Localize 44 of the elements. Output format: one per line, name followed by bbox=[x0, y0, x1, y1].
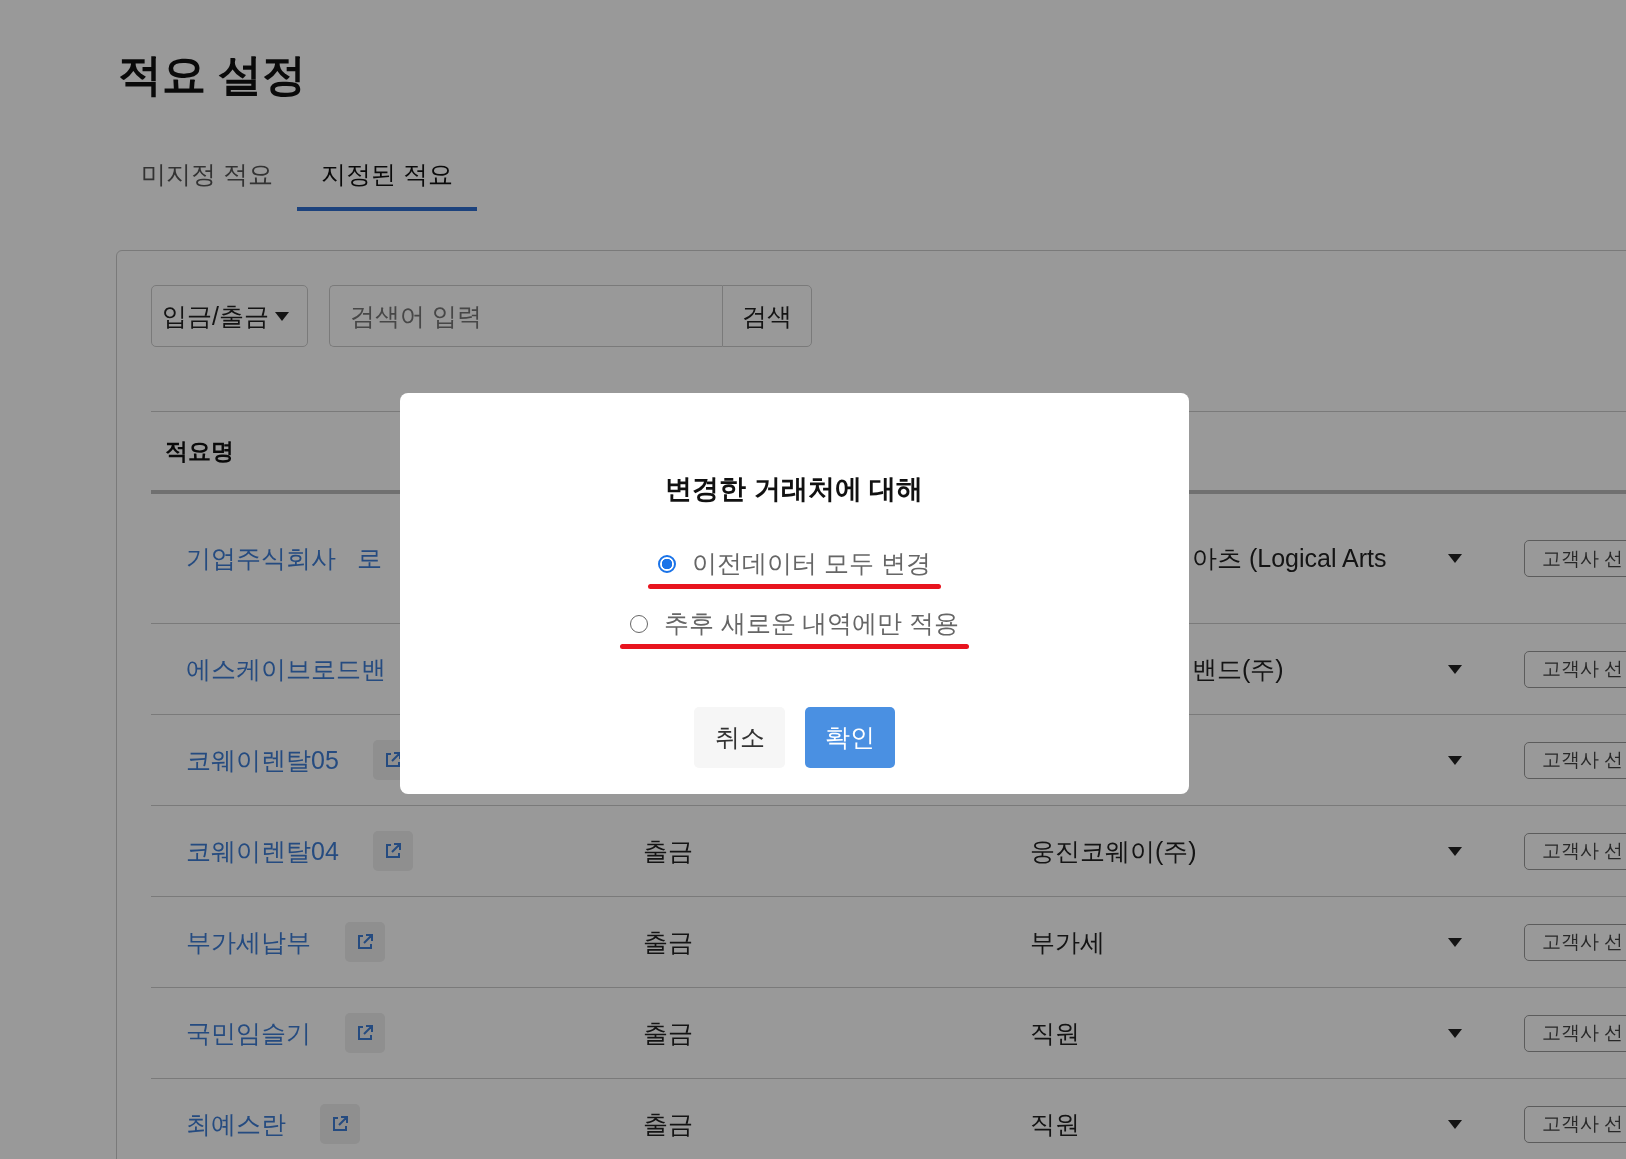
account-select-value: 밴드(주) bbox=[1191, 653, 1284, 685]
search-button[interactable]: 검색 bbox=[722, 285, 812, 347]
type-select[interactable]: 입금/출금 bbox=[151, 285, 308, 347]
tab[interactable]: 미지정 적요 bbox=[117, 148, 297, 211]
caret-icon bbox=[1448, 554, 1462, 563]
caret-icon bbox=[1448, 755, 1462, 765]
summary-name-link[interactable]: 코웨이렌탈04 bbox=[186, 834, 339, 868]
summary-name-link[interactable]: 기업주식회사 로 bbox=[186, 542, 382, 575]
option-label[interactable]: 이전데이터 모두 변경 bbox=[692, 547, 931, 580]
account-select-value: 부가세 bbox=[1030, 926, 1105, 958]
customer-select-button[interactable]: 고객사 선 bbox=[1524, 1014, 1626, 1052]
table-cell-text: 출금 bbox=[643, 926, 693, 958]
table-cell-text: 출금 bbox=[643, 1017, 693, 1049]
account-select-value: 웅진코웨이(주) bbox=[1030, 835, 1197, 867]
table-cell-text: 출금 bbox=[643, 1108, 693, 1140]
caret-icon bbox=[1448, 664, 1462, 674]
table-cell-text: 출금 bbox=[643, 835, 693, 867]
customer-select-button[interactable]: 고객사 선 bbox=[1524, 540, 1626, 577]
caret-icon bbox=[1448, 846, 1462, 856]
account-select-value: 아츠 (Logical Arts bbox=[1191, 543, 1387, 574]
caret-icon bbox=[1448, 937, 1462, 947]
option-label[interactable]: 추후 새로운 내역에만 적용 bbox=[663, 607, 960, 640]
summary-name-link[interactable]: 최예스란 bbox=[186, 1107, 286, 1141]
caret-icon bbox=[1448, 1119, 1462, 1129]
summary-name-link[interactable]: 국민임슬기 bbox=[186, 1016, 311, 1050]
page-title: 적요 설정 bbox=[118, 49, 308, 101]
customer-select-button[interactable]: 고객사 선 bbox=[1524, 832, 1626, 870]
account-select-value: 직원 bbox=[1030, 1017, 1080, 1049]
dialog-title: 변경한 거래처에 대해 bbox=[665, 473, 924, 506]
account-select-value: 직원 bbox=[1030, 1108, 1080, 1140]
summary-name-link[interactable]: 코웨이렌탈05 bbox=[186, 743, 339, 777]
customer-select-button[interactable]: 고객사 선 bbox=[1524, 741, 1626, 779]
radio-button[interactable] bbox=[658, 554, 677, 573]
search-field[interactable]: 검색어 입력 bbox=[329, 285, 722, 347]
caret-icon bbox=[274, 311, 289, 321]
cancel-button[interactable]: 취소 bbox=[694, 707, 785, 768]
customer-select-button[interactable]: 고객사 선 bbox=[1524, 650, 1626, 688]
confirm-button[interactable]: 확인 bbox=[805, 707, 895, 768]
customer-select-button[interactable]: 고객사 선 bbox=[1524, 923, 1626, 961]
customer-select-button[interactable]: 고객사 선 bbox=[1524, 1105, 1626, 1143]
caret-icon bbox=[1448, 1028, 1462, 1038]
tab[interactable]: 지정된 적요 bbox=[296, 148, 477, 211]
summary-name-link[interactable]: 부가세납부 bbox=[186, 925, 311, 959]
summary-name-link[interactable]: 에스케이브로드밴 bbox=[186, 652, 386, 686]
